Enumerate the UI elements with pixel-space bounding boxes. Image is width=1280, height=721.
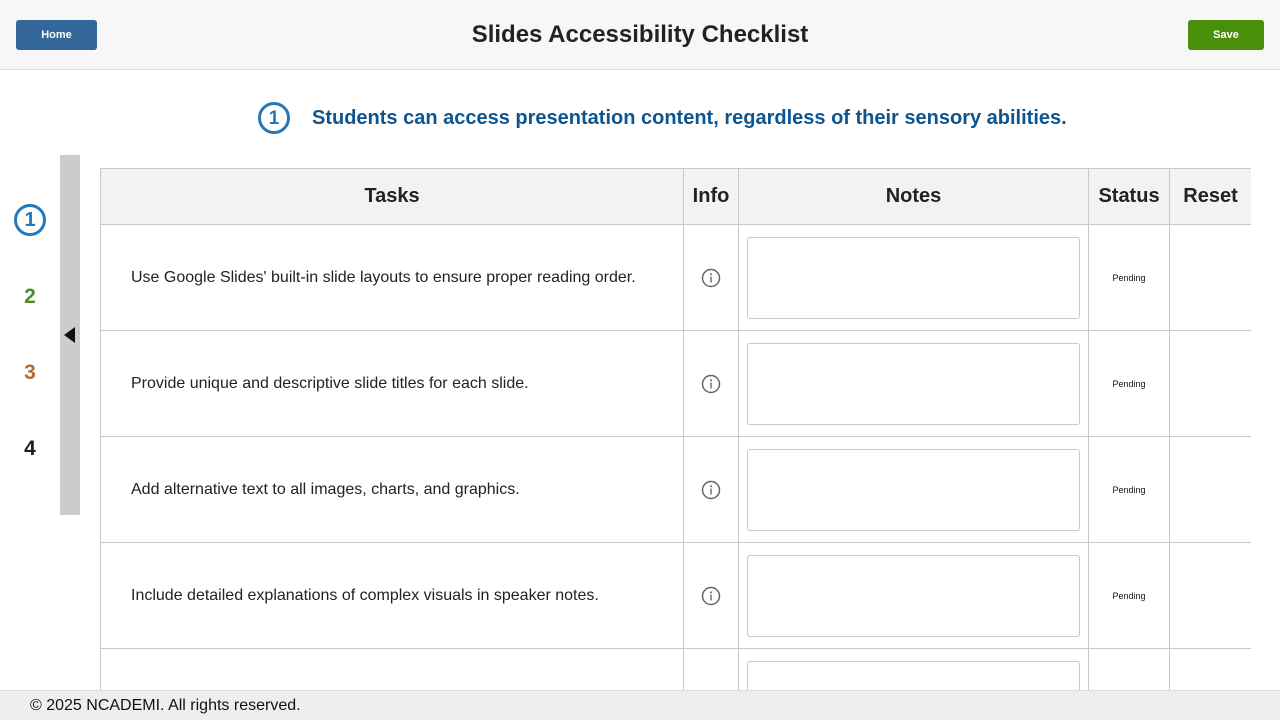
notes-input[interactable]	[747, 342, 1080, 425]
notes-cell	[738, 224, 1089, 331]
table-header-row: Tasks Info Notes Status Reset	[100, 168, 1251, 225]
status-cell: Pending	[1088, 224, 1170, 331]
task-text: Include detailed explanations of complex…	[100, 542, 684, 649]
reset-cell[interactable]	[1169, 224, 1251, 331]
section-number-badge: 1	[258, 102, 290, 134]
app-header: Home Slides Accessibility Checklist Save	[0, 0, 1280, 70]
header-notes: Notes	[738, 168, 1089, 225]
header-status: Status	[1088, 168, 1170, 225]
reset-cell[interactable]	[1169, 436, 1251, 543]
notes-input[interactable]	[747, 448, 1080, 531]
header-tasks: Tasks	[100, 168, 684, 225]
table-row: Use Google Slides' built-in slide layout…	[100, 224, 1251, 331]
nav-item-3[interactable]: 3	[14, 356, 46, 388]
info-icon[interactable]	[701, 374, 721, 394]
table-row	[100, 648, 1251, 690]
info-icon[interactable]	[701, 268, 721, 288]
status-cell: Pending	[1088, 436, 1170, 543]
info-cell	[683, 224, 739, 331]
collapse-left-arrow-icon	[64, 327, 75, 343]
nav-item-2[interactable]: 2	[14, 280, 46, 312]
reset-cell[interactable]	[1169, 648, 1251, 690]
notes-input[interactable]	[747, 236, 1080, 319]
task-text	[100, 648, 684, 690]
status-cell: Pending	[1088, 542, 1170, 649]
status-cell: Pending	[1088, 330, 1170, 437]
footer-copyright: © 2025 NCADEMI. All rights reserved.	[0, 690, 1280, 720]
info-icon[interactable]	[701, 480, 721, 500]
notes-input[interactable]	[747, 554, 1080, 637]
section-heading: 1 Students can access presentation conte…	[258, 102, 1067, 134]
task-text: Provide unique and descriptive slide tit…	[100, 330, 684, 437]
table-row: Add alternative text to all images, char…	[100, 436, 1251, 543]
section-title: Students can access presentation content…	[312, 106, 1067, 129]
info-cell	[683, 542, 739, 649]
notes-input[interactable]	[747, 660, 1080, 690]
nav-item-1[interactable]: 1	[14, 204, 46, 236]
nav-item-4[interactable]: 4	[14, 432, 46, 464]
status-toggle[interactable]: Pending	[1112, 379, 1145, 389]
header-info: Info	[683, 168, 739, 225]
info-icon[interactable]	[701, 586, 721, 606]
status-toggle[interactable]: Pending	[1112, 273, 1145, 283]
save-button[interactable]: Save	[1188, 20, 1264, 50]
notes-cell	[738, 436, 1089, 543]
task-text: Use Google Slides' built-in slide layout…	[100, 224, 684, 331]
status-cell	[1088, 648, 1170, 690]
header-reset: Reset	[1169, 168, 1251, 225]
reset-cell[interactable]	[1169, 330, 1251, 437]
info-cell	[683, 436, 739, 543]
checklist-table: Tasks Info Notes Status Reset Use Google…	[100, 168, 1251, 690]
reset-cell[interactable]	[1169, 542, 1251, 649]
table-row: Include detailed explanations of complex…	[100, 542, 1251, 649]
notes-cell	[738, 330, 1089, 437]
notes-cell	[738, 542, 1089, 649]
status-toggle[interactable]: Pending	[1112, 485, 1145, 495]
status-toggle[interactable]: Pending	[1112, 591, 1145, 601]
info-cell	[683, 648, 739, 690]
info-cell	[683, 330, 739, 437]
table-row: Provide unique and descriptive slide tit…	[100, 330, 1251, 437]
nav-collapse-toggle[interactable]	[60, 155, 80, 515]
page-title: Slides Accessibility Checklist	[471, 21, 809, 48]
notes-cell	[738, 648, 1089, 690]
task-text: Add alternative text to all images, char…	[100, 436, 684, 543]
checklist-table-container[interactable]: Tasks Info Notes Status Reset Use Google…	[100, 168, 1251, 690]
